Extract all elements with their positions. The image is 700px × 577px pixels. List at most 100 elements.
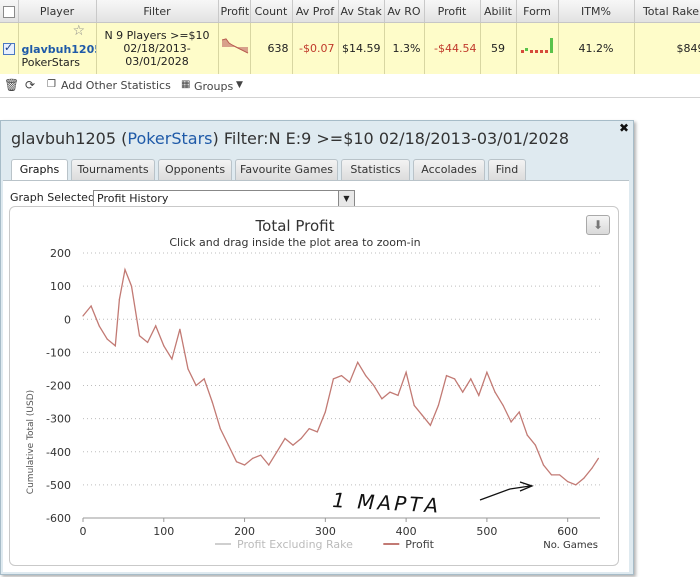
data-point: [583, 477, 585, 479]
data-point: [445, 374, 448, 377]
column-header-player[interactable]: Player: [18, 0, 97, 24]
profit-sparkline-cell: [218, 22, 251, 74]
column-header-profit[interactable]: Profit: [424, 0, 481, 24]
column-header-filter[interactable]: Filter: [96, 0, 219, 24]
form-cell: [516, 22, 559, 74]
refresh-icon[interactable]: ⟳: [25, 78, 35, 92]
data-point: [453, 378, 456, 380]
data-point: [559, 474, 561, 476]
row-checkbox[interactable]: [3, 41, 15, 56]
data-point: [284, 437, 286, 440]
data-point: [348, 381, 351, 383]
column-header-form[interactable]: Form: [516, 0, 559, 24]
close-icon[interactable]: ✖: [619, 121, 629, 135]
data-point: [365, 374, 367, 377]
player-name-link[interactable]: glavbuh1205: [22, 43, 96, 56]
tab-opponents[interactable]: Opponents: [158, 159, 232, 180]
x-tick-label: 600: [557, 525, 578, 538]
data-point: [138, 335, 141, 337]
data-point: [187, 368, 189, 370]
data-point: [171, 358, 173, 360]
av-roi-cell: 1.3%: [384, 22, 425, 74]
header-select[interactable]: [0, 0, 19, 24]
data-point: [332, 378, 335, 380]
itm-cell: 41.2%: [558, 22, 635, 74]
column-header-av-stake[interactable]: Av Stak: [338, 0, 385, 24]
add-stats-icon[interactable]: ❐: [47, 79, 56, 90]
data-point: [130, 285, 133, 287]
data-point: [494, 391, 496, 393]
row-select-cell[interactable]: [0, 22, 19, 74]
popup-title: glavbuh1205 (PokerStars) Filter:N E:9 >=…: [11, 129, 570, 148]
x-tick-label: 300: [315, 525, 336, 538]
y-tick-label: -400: [46, 446, 71, 459]
player-cell[interactable]: ☆ glavbuh1205 PokerStars: [18, 22, 97, 74]
data-point: [381, 398, 383, 400]
data-point: [478, 394, 480, 397]
tab-statistics[interactable]: Statistics: [341, 159, 410, 180]
legend-label-1[interactable]: Profit: [405, 538, 434, 551]
table-header-row: Player Filter Profit Count Av Prof Av St…: [0, 0, 700, 24]
column-header-count[interactable]: Count: [250, 0, 293, 24]
y-tick-label: -600: [46, 512, 71, 525]
x-tick-label: 400: [396, 525, 417, 538]
legend-label-0[interactable]: Profit Excluding Rake: [237, 538, 353, 551]
tab-tournaments[interactable]: Tournaments: [71, 159, 155, 180]
data-point: [211, 401, 213, 403]
groups-icon[interactable]: ▦: [181, 79, 190, 90]
download-icon[interactable]: ⬇: [586, 215, 610, 235]
star-icon[interactable]: ☆: [73, 23, 86, 39]
filter-line-3: 03/01/2028: [125, 55, 189, 69]
column-header-ability[interactable]: Abilit: [480, 0, 517, 24]
column-header-total-rake[interactable]: Total Rake: [634, 0, 700, 24]
column-header-av-roi[interactable]: Av RO: [384, 0, 425, 24]
popup-title-site[interactable]: PokerStars: [127, 129, 212, 148]
column-header-av-profit[interactable]: Av Prof: [292, 0, 339, 24]
data-point: [106, 338, 108, 340]
groups-dropdown-icon[interactable]: ▼: [236, 80, 243, 90]
data-point: [163, 345, 165, 347]
player-popup: glavbuh1205 (PokerStars) Filter:N E:9 >=…: [0, 120, 634, 575]
graph-selected-label: Graph Selected:: [10, 191, 99, 204]
table-row[interactable]: ☆ glavbuh1205 PokerStars N 9 Players >=$…: [0, 22, 700, 74]
y-tick-label: -300: [46, 413, 71, 426]
series-line-1: [82, 267, 599, 486]
trash-icon[interactable]: 🗑: [4, 78, 19, 92]
y-tick-label: -100: [46, 346, 71, 359]
data-point: [300, 437, 302, 440]
data-point: [405, 371, 407, 373]
y-axis-label: Cumulative Total (USD): [26, 390, 36, 494]
data-point: [308, 427, 310, 430]
y-tick-label: 200: [50, 247, 71, 260]
column-header-profit-graph[interactable]: Profit: [218, 0, 251, 24]
tab-find[interactable]: Find: [488, 159, 526, 180]
tab-favourite-games[interactable]: Favourite Games: [235, 159, 338, 180]
tab-accolades[interactable]: Accolades: [413, 159, 485, 180]
profit-chart[interactable]: 200 100 0 -100 -200 -300 -400 -500 -600 0 100 200 30…: [10, 207, 618, 565]
total-rake-cell: $849: [634, 22, 700, 74]
ability-cell: 59: [480, 22, 517, 74]
data-point: [486, 371, 488, 373]
y-tick-label: -200: [46, 380, 71, 393]
chart-subtitle: Click and drag inside the plot area to z…: [169, 236, 420, 249]
chart-title: Total Profit: [255, 217, 335, 235]
data-point: [243, 464, 246, 466]
graph-select-value: Profit History: [97, 192, 169, 205]
data-point: [98, 325, 100, 327]
groups-button[interactable]: Groups: [194, 80, 233, 93]
tab-graphs[interactable]: Graphs: [11, 159, 68, 182]
add-other-statistics-button[interactable]: Add Other Statistics: [61, 79, 171, 92]
graph-select[interactable]: Profit History ▼: [93, 190, 355, 207]
data-point: [357, 361, 359, 363]
column-header-itm[interactable]: ITM%: [558, 0, 635, 24]
popup-title-player: glavbuh1205: [11, 129, 117, 148]
data-point: [82, 315, 84, 317]
chart-frame[interactable]: 200 100 0 -100 -200 -300 -400 -500 -600 0 100 200 30…: [9, 206, 619, 566]
player-site: PokerStars: [21, 55, 81, 69]
data-point: [397, 394, 399, 397]
data-point: [203, 378, 205, 380]
dropdown-arrow-icon[interactable]: ▼: [338, 191, 354, 206]
select-all-checkbox[interactable]: [2, 5, 15, 18]
data-point: [518, 411, 520, 413]
popup-title-filter: Filter:N E:9 >=$10 02/18/2013-03/01/2028: [223, 129, 570, 148]
